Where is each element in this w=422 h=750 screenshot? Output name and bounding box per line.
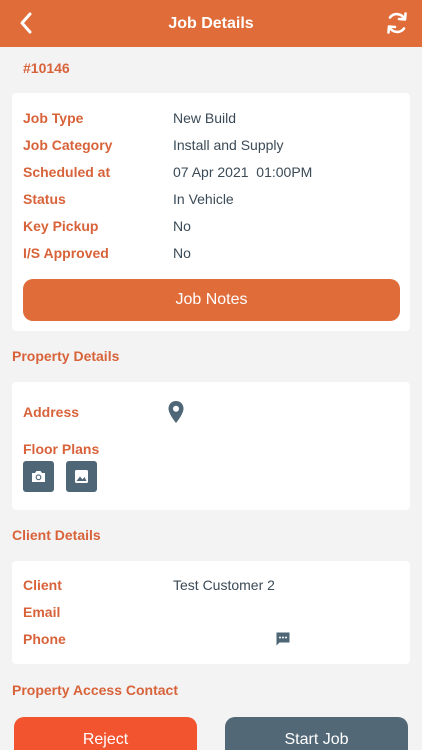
refresh-icon[interactable]	[384, 10, 410, 36]
header-bar: Job Details	[0, 0, 422, 47]
location-pin-icon[interactable]	[165, 400, 187, 424]
job-notes-button[interactable]: Job Notes	[23, 279, 400, 321]
job-type-row: Job Type New Build	[23, 110, 410, 130]
field-label: Floor Plans	[23, 441, 100, 457]
is-approved-row: I/S Approved No	[23, 245, 410, 265]
gallery-button[interactable]	[66, 461, 97, 492]
client-row: Client Test Customer 2	[23, 577, 410, 597]
start-job-button[interactable]: Start Job	[225, 717, 408, 750]
reject-button[interactable]: Reject	[14, 717, 197, 750]
job-number: #10146	[23, 60, 70, 76]
field-value: Install and Supply	[173, 137, 284, 153]
property-details-title: Property Details	[12, 348, 120, 364]
field-label: Key Pickup	[23, 218, 99, 234]
property-access-contact-title: Property Access Contact	[12, 682, 178, 698]
field-value: No	[173, 218, 191, 234]
field-value: New Build	[173, 110, 237, 126]
field-label: Status	[23, 191, 66, 207]
job-category-row: Job Category Install and Supply	[23, 137, 410, 157]
page-title: Job Details	[168, 15, 254, 32]
field-label: Client	[23, 577, 62, 593]
field-value: Test Customer 2	[173, 577, 275, 593]
job-details-card: Job Type New Build Job Category Install …	[12, 93, 410, 331]
field-value: In Vehicle	[173, 191, 234, 207]
field-label: Job Category	[23, 137, 113, 153]
status-row: Status In Vehicle	[23, 191, 410, 211]
field-label: Address	[23, 404, 80, 420]
floor-plans-row: Floor Plans	[23, 441, 410, 461]
field-label: I/S Approved	[23, 245, 109, 261]
property-details-card: Address Floor Plans	[12, 382, 410, 510]
field-label: Phone	[23, 631, 66, 647]
field-value: 07 Apr 2021 01:00PM	[173, 164, 313, 180]
client-details-title: Client Details	[12, 527, 101, 543]
address-row: Address	[23, 404, 410, 424]
field-label: Job Type	[23, 110, 84, 126]
email-row: Email	[23, 604, 410, 624]
image-icon	[75, 470, 88, 483]
client-details-card: Client Test Customer 2 Email Phone	[12, 561, 410, 664]
field-label: Scheduled at	[23, 164, 111, 180]
phone-row: Phone	[23, 631, 410, 651]
key-pickup-row: Key Pickup No	[23, 218, 410, 238]
scheduled-row: Scheduled at 07 Apr 2021 01:00PM	[23, 164, 410, 184]
message-icon[interactable]	[275, 631, 291, 647]
camera-button[interactable]	[23, 461, 54, 492]
camera-icon	[32, 471, 45, 482]
field-value: No	[173, 245, 191, 261]
field-label: Email	[23, 604, 61, 620]
